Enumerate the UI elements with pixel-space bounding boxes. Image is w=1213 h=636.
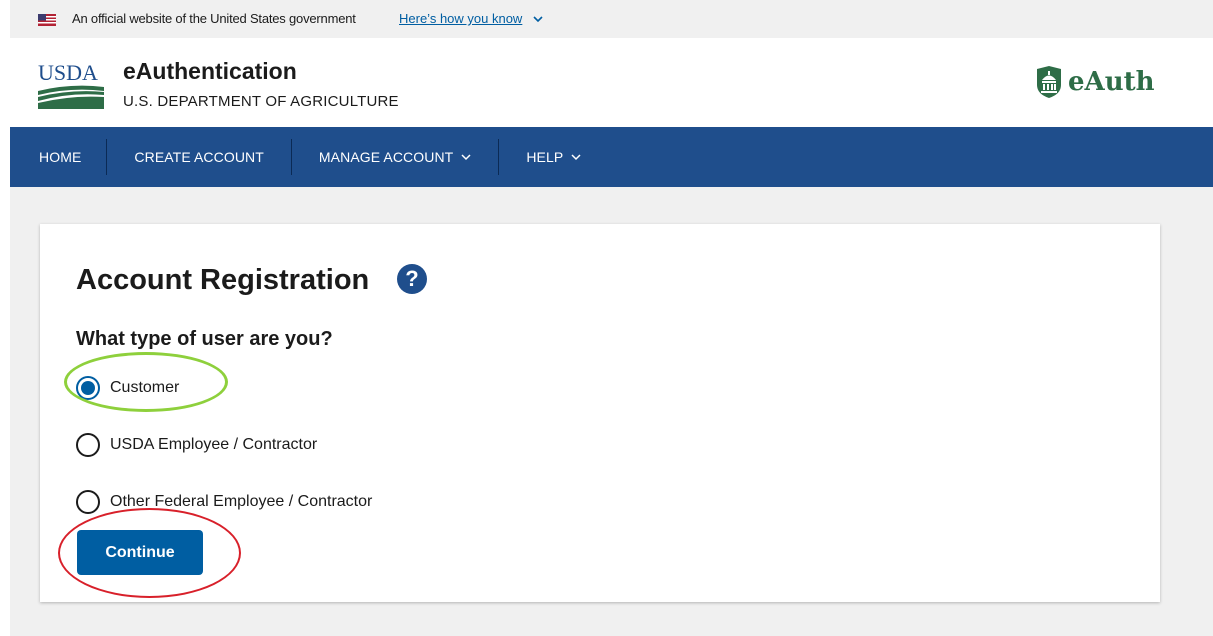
site-subtitle: U.S. DEPARTMENT OF AGRICULTURE xyxy=(123,93,399,110)
radio-option-usda-employee[interactable]: USDA Employee / Contractor xyxy=(76,433,317,457)
site-title[interactable]: eAuthentication xyxy=(123,58,297,85)
radio-button[interactable] xyxy=(76,376,100,400)
eauth-logo[interactable]: eAuth xyxy=(1034,64,1155,100)
page-title: Account Registration xyxy=(76,264,370,296)
help-icon[interactable]: ? xyxy=(397,264,427,294)
radio-button[interactable] xyxy=(76,490,100,514)
nav-item-label: MANAGE ACCOUNT xyxy=(318,149,454,165)
radio-label: USDA Employee / Contractor xyxy=(110,436,318,453)
nav-item-create-account[interactable]: CREATE ACCOUNT xyxy=(107,127,291,187)
gov-banner: An official website of the United States… xyxy=(10,0,1213,38)
chevron-down-icon[interactable] xyxy=(532,13,544,25)
chevron-down-icon xyxy=(461,154,471,161)
usda-logo[interactable]: USDA xyxy=(38,61,104,109)
nav-item-home[interactable]: HOME xyxy=(10,127,106,187)
nav-item-label: CREATE ACCOUNT xyxy=(134,149,264,165)
page: An official website of the United States… xyxy=(10,0,1213,636)
gov-banner-link[interactable]: Here’s how you know xyxy=(399,11,522,26)
site-header: USDA eAuthentication U.S. DEPARTMENT OF … xyxy=(10,38,1213,127)
continue-button[interactable]: Continue xyxy=(77,530,203,575)
main-nav: HOME CREATE ACCOUNT MANAGE ACCOUNT HELP xyxy=(10,127,1213,187)
eauth-logo-text: eAuth xyxy=(1068,67,1155,97)
svg-text:USDA: USDA xyxy=(38,61,98,85)
radio-option-customer[interactable]: Customer xyxy=(76,376,179,400)
nav-item-label: HELP xyxy=(526,149,564,165)
radio-label: Customer xyxy=(110,379,180,396)
nav-item-help[interactable]: HELP xyxy=(499,127,608,187)
capitol-icon xyxy=(1037,66,1061,98)
nav-item-label: HOME xyxy=(39,149,82,165)
user-type-question: What type of user are you? xyxy=(76,328,333,350)
nav-item-manage-account[interactable]: MANAGE ACCOUNT xyxy=(292,127,498,187)
radio-label: Other Federal Employee / Contractor xyxy=(110,493,373,510)
registration-card: Account Registration ? What type of user… xyxy=(40,224,1160,602)
us-flag-icon xyxy=(38,14,56,26)
radio-option-other-federal[interactable]: Other Federal Employee / Contractor xyxy=(76,490,372,514)
radio-button[interactable] xyxy=(76,433,100,457)
gov-banner-text: An official website of the United States… xyxy=(72,11,356,26)
chevron-down-icon xyxy=(571,154,581,161)
